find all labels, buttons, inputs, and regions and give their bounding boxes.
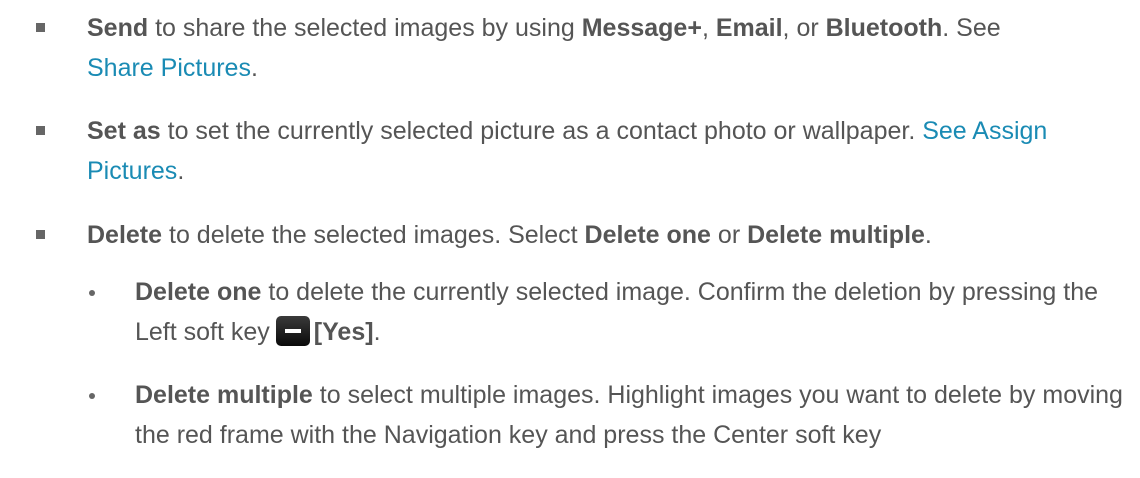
term-delete-one: Delete one xyxy=(135,278,262,306)
share-pictures-link[interactable]: Share Pictures xyxy=(87,54,251,82)
list-item-delete: Delete to delete the selected images. Se… xyxy=(87,221,932,249)
term-set-as: Set as xyxy=(87,117,161,145)
sub-list-item-delete-one: Delete one to delete the currently selec… xyxy=(135,278,1099,347)
bullet-square-icon xyxy=(36,126,45,135)
term-send: Send xyxy=(87,14,149,42)
term-delete: Delete xyxy=(87,221,163,249)
list-item-set-as: Set as to set the currently selected pic… xyxy=(87,117,1048,185)
bullet-dot-icon xyxy=(89,290,95,296)
bullet-dot-icon xyxy=(89,393,95,399)
bullet-square-icon xyxy=(36,230,45,239)
list-item-send: Send to share the selected images by usi… xyxy=(87,14,1001,82)
bullet-square-icon xyxy=(36,23,45,32)
left-soft-key-icon xyxy=(275,316,310,347)
sub-list-item-delete-multiple: Delete multiple to select multiple image… xyxy=(135,381,1123,449)
term-delete-multiple: Delete multiple xyxy=(135,381,313,409)
